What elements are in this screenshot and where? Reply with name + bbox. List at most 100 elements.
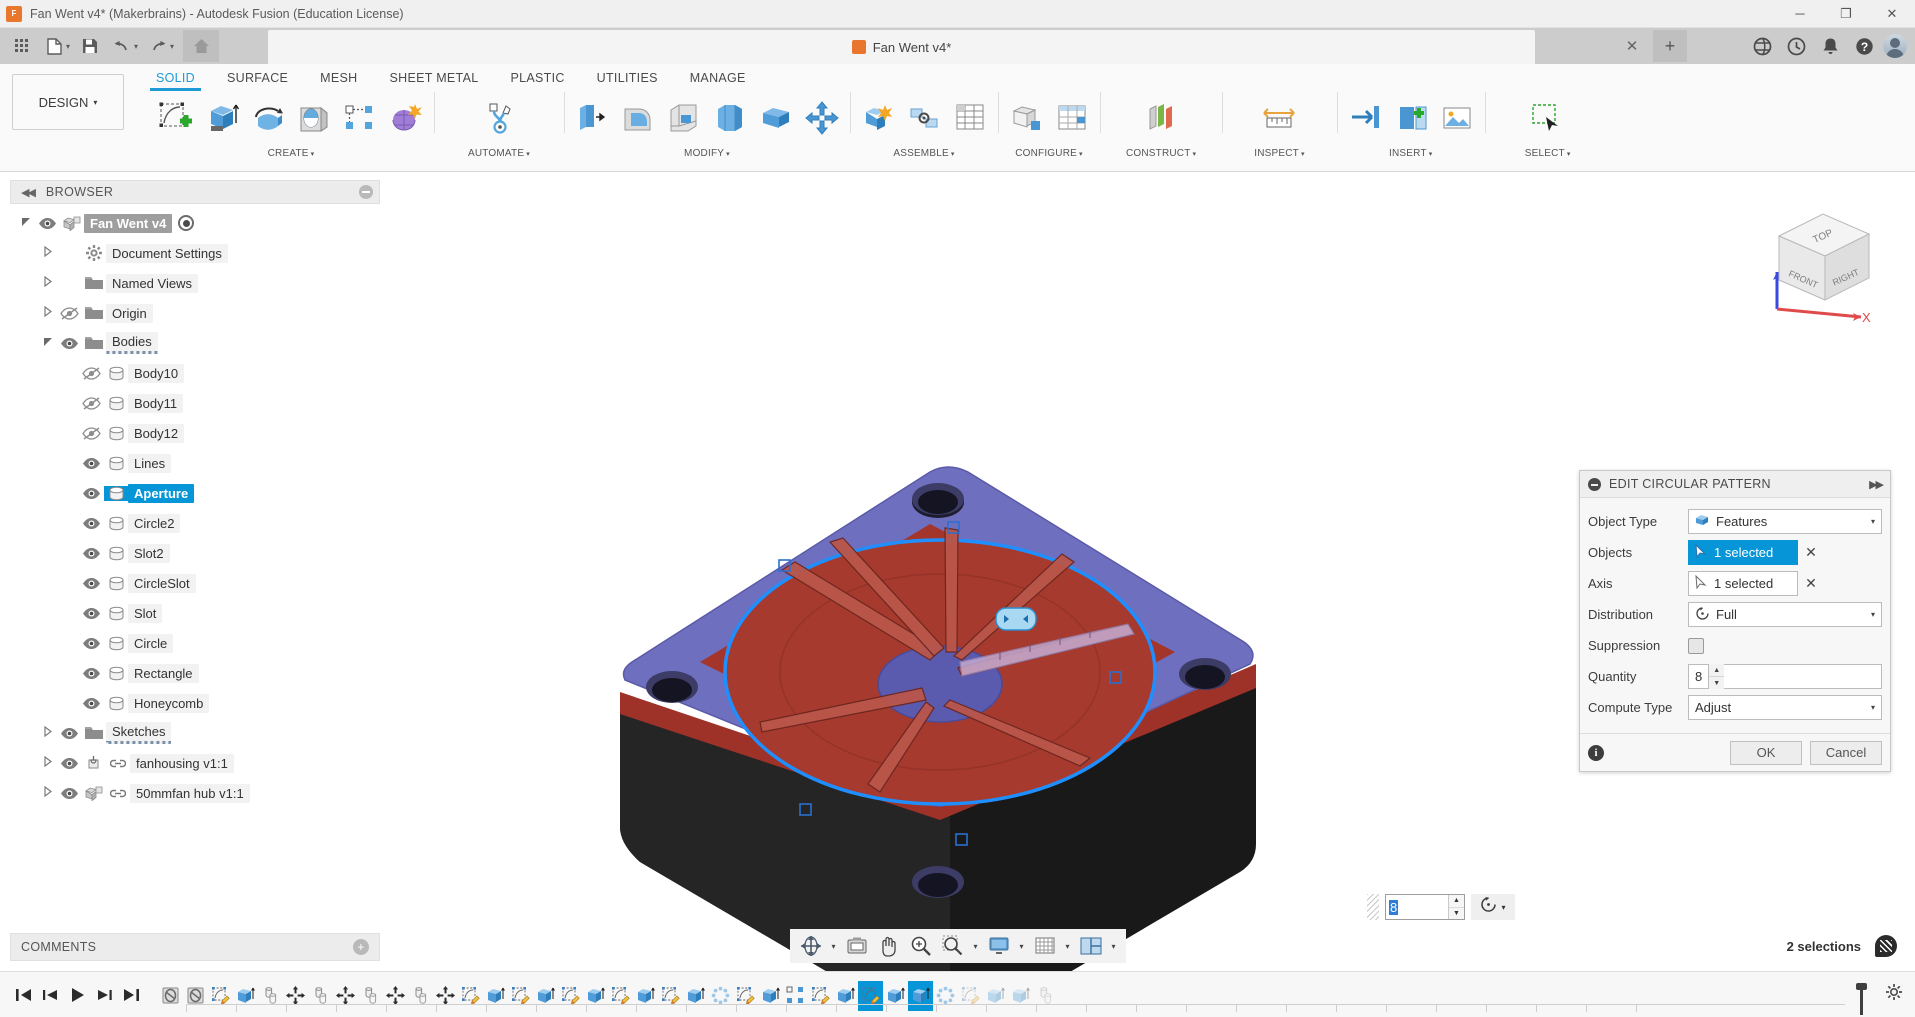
- tree-twist-open-icon[interactable]: [40, 337, 56, 350]
- objects-selection-field[interactable]: 1 selected: [1688, 540, 1798, 565]
- orbit-icon[interactable]: [796, 931, 826, 961]
- insert-canvas-icon[interactable]: [1435, 94, 1479, 142]
- objects-clear-icon[interactable]: ✕: [1798, 544, 1824, 561]
- tree-item-aperture[interactable]: Aperture: [10, 478, 380, 508]
- timeline-end-marker[interactable]: [1860, 985, 1863, 1015]
- shell-icon[interactable]: [662, 94, 706, 142]
- automated-modeling-icon[interactable]: [477, 94, 521, 142]
- timeline-feature-joint[interactable]: [158, 981, 183, 1011]
- new-component-icon[interactable]: [856, 94, 900, 142]
- tree-item-origin[interactable]: Origin: [10, 298, 380, 328]
- ribbon-panel-label-automate[interactable]: AUTOMATE▾: [468, 148, 530, 159]
- tree-item-honeycomb[interactable]: Honeycomb: [10, 688, 380, 718]
- viewports-caret-icon[interactable]: ▾: [1108, 942, 1120, 951]
- tab-manage[interactable]: MANAGE: [674, 67, 762, 91]
- add-comment-icon[interactable]: +: [353, 939, 369, 955]
- axis-selection-field[interactable]: 1 selected: [1688, 571, 1798, 596]
- tree-twist-closed-icon[interactable]: [40, 246, 56, 260]
- step-forward-icon[interactable]: [93, 984, 115, 1006]
- comments-panel[interactable]: COMMENTS +: [10, 933, 380, 961]
- play-icon[interactable]: [66, 984, 88, 1006]
- account-avatar[interactable]: [1883, 34, 1907, 58]
- tree-item-fanhousing-v1-1[interactable]: fanhousing v1:1: [10, 748, 380, 778]
- tree-twist-closed-icon[interactable]: [40, 726, 56, 740]
- quantity-input-wrapper[interactable]: 8 ▲ ▼: [1688, 664, 1882, 689]
- tab-mesh[interactable]: MESH: [304, 67, 373, 91]
- dialog-expand-icon[interactable]: ▶▶: [1869, 478, 1882, 491]
- activate-component-radio[interactable]: [178, 215, 194, 231]
- tree-item-50mmfan-hub-v1-1[interactable]: 50mmfan hub v1:1: [10, 778, 380, 808]
- tree-twist-closed-icon[interactable]: [40, 786, 56, 800]
- selection-filter-icon[interactable]: [1875, 935, 1897, 957]
- ribbon-panel-label-inspect[interactable]: INSPECT▾: [1254, 148, 1304, 159]
- canvas-quantity-stepper[interactable]: ▲ ▼: [1448, 895, 1464, 919]
- tree-item-body11[interactable]: Body11: [10, 388, 380, 418]
- go-to-end-icon[interactable]: [120, 984, 142, 1006]
- canvas-quantity-down-icon[interactable]: ▼: [1449, 908, 1464, 920]
- move-copy-icon[interactable]: [800, 94, 844, 142]
- tree-item-fan-went-v4[interactable]: Fan Went v4: [10, 208, 380, 238]
- tab-plastic[interactable]: PLASTIC: [494, 67, 580, 91]
- tree-item-circle2[interactable]: Circle2: [10, 508, 380, 538]
- grid-snap-caret-icon[interactable]: ▾: [1062, 942, 1074, 951]
- quantity-up-icon[interactable]: ▲: [1709, 664, 1724, 677]
- tree-twist-closed-icon[interactable]: [40, 756, 56, 770]
- timeline-settings-icon[interactable]: [1885, 983, 1903, 1006]
- tree-item-lines[interactable]: Lines: [10, 448, 380, 478]
- eye-visible-icon[interactable]: [78, 547, 104, 560]
- axis-clear-icon[interactable]: ✕: [1798, 575, 1824, 592]
- object-type-select[interactable]: Features ▾: [1688, 509, 1882, 534]
- extensions-icon[interactable]: [1747, 31, 1777, 61]
- zoom-window-caret-icon[interactable]: ▾: [970, 942, 982, 951]
- home-icon[interactable]: [183, 30, 219, 62]
- eye-visible-icon[interactable]: [78, 577, 104, 590]
- configure-design-icon[interactable]: [1004, 94, 1048, 142]
- ok-button[interactable]: OK: [1730, 741, 1802, 765]
- quantity-value[interactable]: 8: [1695, 669, 1702, 684]
- browser-settings-icon[interactable]: [359, 185, 373, 199]
- eye-hidden-icon[interactable]: [56, 307, 82, 320]
- eye-visible-icon[interactable]: [78, 697, 104, 710]
- tree-item-named-views[interactable]: Named Views: [10, 268, 380, 298]
- new-document-icon[interactable]: [39, 31, 69, 61]
- eye-visible-icon[interactable]: [78, 667, 104, 680]
- browser-collapse-icon[interactable]: ◀◀: [21, 186, 34, 199]
- orbit-caret-icon[interactable]: ▾: [828, 942, 840, 951]
- measure-icon[interactable]: [1257, 94, 1301, 142]
- eye-visible-icon[interactable]: [56, 727, 82, 740]
- tree-item-slot2[interactable]: Slot2: [10, 538, 380, 568]
- tab-sheet-metal[interactable]: SHEET METAL: [373, 67, 494, 91]
- insert-derive-icon[interactable]: [1343, 94, 1387, 142]
- pan-icon[interactable]: [874, 931, 904, 961]
- document-tab[interactable]: Fan Went v4*: [268, 30, 1535, 64]
- eye-visible-icon[interactable]: [34, 217, 60, 230]
- ribbon-panel-label-create[interactable]: CREATE▾: [268, 148, 315, 159]
- redo-icon[interactable]: [143, 31, 173, 61]
- cancel-button[interactable]: Cancel: [1810, 741, 1882, 765]
- eye-visible-icon[interactable]: [78, 517, 104, 530]
- eye-visible-icon[interactable]: [78, 637, 104, 650]
- ribbon-panel-label-modify[interactable]: MODIFY▾: [684, 148, 730, 159]
- job-status-icon[interactable]: [1781, 31, 1811, 61]
- viewports-icon[interactable]: [1076, 931, 1106, 961]
- zoom-window-icon[interactable]: [938, 931, 968, 961]
- tree-item-slot[interactable]: Slot: [10, 598, 380, 628]
- tree-item-bodies[interactable]: Bodies: [10, 328, 380, 358]
- tree-item-circle[interactable]: Circle: [10, 628, 380, 658]
- eye-visible-icon[interactable]: [56, 337, 82, 350]
- eye-visible-icon[interactable]: [78, 607, 104, 620]
- eye-visible-icon[interactable]: [56, 787, 82, 800]
- ribbon-panel-label-insert[interactable]: INSERT▾: [1389, 148, 1432, 159]
- workspace-switcher-design[interactable]: DESIGN ▾: [12, 74, 124, 130]
- sweep-icon[interactable]: [292, 94, 336, 142]
- compute-type-select[interactable]: Adjust ▾: [1688, 695, 1882, 720]
- drag-grip-handle[interactable]: [1367, 894, 1379, 920]
- tree-item-body10[interactable]: Body10: [10, 358, 380, 388]
- new-tab-button[interactable]: +: [1653, 30, 1687, 62]
- offset-face-icon[interactable]: [754, 94, 798, 142]
- eye-hidden-icon[interactable]: [78, 367, 104, 380]
- zoom-icon[interactable]: [906, 931, 936, 961]
- display-settings-caret-icon[interactable]: ▾: [1016, 942, 1028, 951]
- canvas-circular-pattern-button[interactable]: ▾: [1471, 894, 1515, 920]
- eye-hidden-icon[interactable]: [78, 427, 104, 440]
